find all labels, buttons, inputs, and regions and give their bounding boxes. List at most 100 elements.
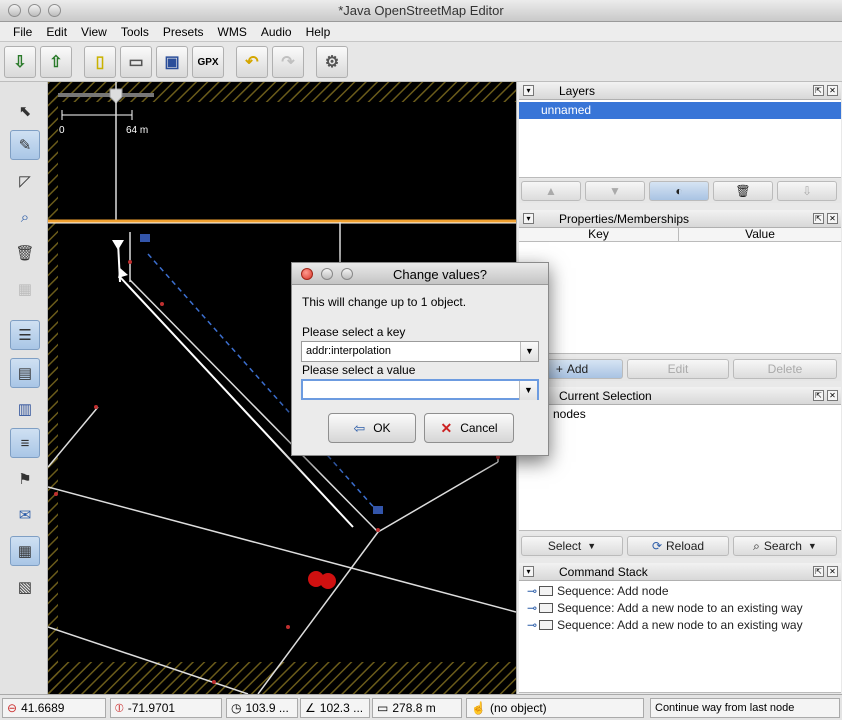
detach-icon[interactable]: ⇱ [813,85,824,96]
help-text-field: Continue way from last node [650,698,840,718]
selection-list: nodes [519,405,841,531]
select-mode-button[interactable]: ⬉ [10,96,40,126]
column-header-key[interactable]: Key [519,228,679,242]
extrude-mode-button[interactable]: ▦ [10,274,40,304]
command-label: Sequence: Add a new node to an existing … [557,618,803,632]
delete-tag-button[interactable]: Delete [733,359,837,379]
selection-panel-header[interactable]: ▾ Current Selection ⇱ ✕ [519,387,841,405]
scale-end-label: 64 m [126,125,148,136]
menu-help[interactable]: Help [299,25,338,39]
way-segment[interactable] [377,461,499,533]
column-header-value[interactable]: Value [679,228,841,242]
menu-tools[interactable]: Tools [114,25,156,39]
preferences-button[interactable]: ⚙ [316,46,348,78]
open-file-button[interactable]: ▭ [120,46,152,78]
menu-presets[interactable]: Presets [156,25,211,39]
magnifier-icon: ⌕ [20,208,30,226]
collapse-icon[interactable]: ▾ [523,85,534,96]
layers-icon: ☰ [18,327,32,344]
layers-list: unnamed [519,100,841,178]
ok-button[interactable]: ⇦ OK [328,413,416,443]
status-bar: ⊖ 41.6689 ⦶ -71.9701 ◷ 103.9 ... ∠ 102.3 ...… [0,694,842,720]
upload-button[interactable]: ⇧ [40,46,72,78]
delete-mode-button[interactable]: 🗑 [10,238,40,268]
toggle-layers-button[interactable]: ☰ [10,320,40,350]
properties-buttons: + Add Edit Delete [519,357,841,381]
selection-item[interactable]: nodes [553,407,586,421]
zoom-mode-button[interactable]: ◸ [10,166,40,196]
close-panel-icon[interactable]: ✕ [827,390,838,401]
heading-field: ◷ 103.9 ... [226,698,298,718]
command-stack-panel-header[interactable]: ▾ Command Stack ⇱ ✕ [519,563,841,581]
edit-tag-button[interactable]: Edit [627,359,729,379]
toggle-history-button[interactable]: ▧ [10,572,40,602]
search-icon: ⌕ [753,538,760,553]
dialog-title-bar[interactable]: Change values? [292,263,548,285]
layers-panel-header[interactable]: ▾ Layers ⇱ ✕ [519,82,841,100]
draw-mode-button[interactable]: ✎ [10,130,40,160]
move-layer-up-button[interactable]: ▲ [521,181,581,201]
menu-edit[interactable]: Edit [39,25,74,39]
chevron-down-icon[interactable]: ▼ [520,342,538,361]
map-node[interactable] [94,405,98,409]
toggle-messages-button[interactable]: ✉ [10,500,40,530]
map-node[interactable] [160,302,164,306]
map-node[interactable] [128,260,132,264]
delete-layer-button[interactable]: 🗑 [713,181,773,201]
menu-audio[interactable]: Audio [254,25,299,39]
collapse-icon[interactable]: ▾ [523,213,534,224]
value-combobox[interactable]: ▼ [301,379,539,400]
detach-icon[interactable]: ⇱ [813,390,824,401]
command-item[interactable]: ⊸ Sequence: Add a new node to an existing… [527,618,803,632]
folder-icon [539,603,554,613]
toggle-command-stack-button[interactable]: ≡ [10,428,40,458]
toggle-visibility-button[interactable]: ◐ [649,181,709,201]
toggle-conflicts-button[interactable]: ⚑ [10,464,40,494]
expand-icon: ⊸ [527,601,538,615]
map-node[interactable] [286,625,290,629]
reload-icon: ⟳ [651,539,663,553]
merge-layer-button[interactable]: ⇩ [777,181,837,201]
menu-view[interactable]: View [74,25,114,39]
toggle-filter-button[interactable]: ▦ [10,536,40,566]
select-label: Select [547,539,582,553]
detach-icon[interactable]: ⇱ [813,213,824,224]
new-file-button[interactable]: ▯ [84,46,116,78]
collapse-icon[interactable]: ▾ [523,566,534,577]
reload-button[interactable]: ⟳ Reload [627,536,729,556]
search-button[interactable]: ⌕ Search ▼ [733,536,837,556]
menu-wms[interactable]: WMS [211,25,254,39]
redo-button[interactable]: ↷ [272,46,304,78]
map-node[interactable] [54,492,58,496]
zoom-button[interactable]: ⌕ [10,202,40,232]
heading-icon: ◷ [231,701,242,715]
chevron-down-icon: ▼ [587,541,597,551]
move-layer-down-button[interactable]: ▼ [585,181,645,201]
command-item[interactable]: ⊸ Sequence: Add a new node to an existing… [527,601,803,615]
menu-file[interactable]: File [6,25,39,39]
key-combobox[interactable]: addr:interpolation ▼ [301,341,539,362]
undo-button[interactable]: ↶ [236,46,268,78]
select-button[interactable]: Select ▼ [521,536,623,556]
properties-panel-header[interactable]: ▾ Properties/Memberships ⇱ ✕ [519,210,841,228]
download-button[interactable]: ⇩ [4,46,36,78]
map-node[interactable] [212,680,216,684]
way-segment[interactable] [48,486,516,613]
export-gpx-button[interactable]: GPX [192,46,224,78]
close-panel-icon[interactable]: ✕ [827,566,838,577]
stop-sign-icon[interactable] [320,573,336,589]
detach-icon[interactable]: ⇱ [813,566,824,577]
save-button[interactable]: ▣ [156,46,188,78]
address-node-icon[interactable] [140,234,150,242]
close-panel-icon[interactable]: ✕ [827,85,838,96]
map-node[interactable] [376,528,380,532]
command-item[interactable]: ⊸ Sequence: Add node [527,584,669,598]
toggle-selection-button[interactable]: ▥ [10,394,40,424]
trash-icon: 🗑 [735,184,751,198]
layer-item-unnamed[interactable]: unnamed [519,102,841,119]
close-panel-icon[interactable]: ✕ [827,213,838,224]
address-node-icon[interactable] [373,506,383,514]
cancel-button[interactable]: ✕ Cancel [424,413,514,443]
toggle-properties-button[interactable]: ▤ [10,358,40,388]
chevron-down-icon[interactable]: ▼ [519,381,537,400]
